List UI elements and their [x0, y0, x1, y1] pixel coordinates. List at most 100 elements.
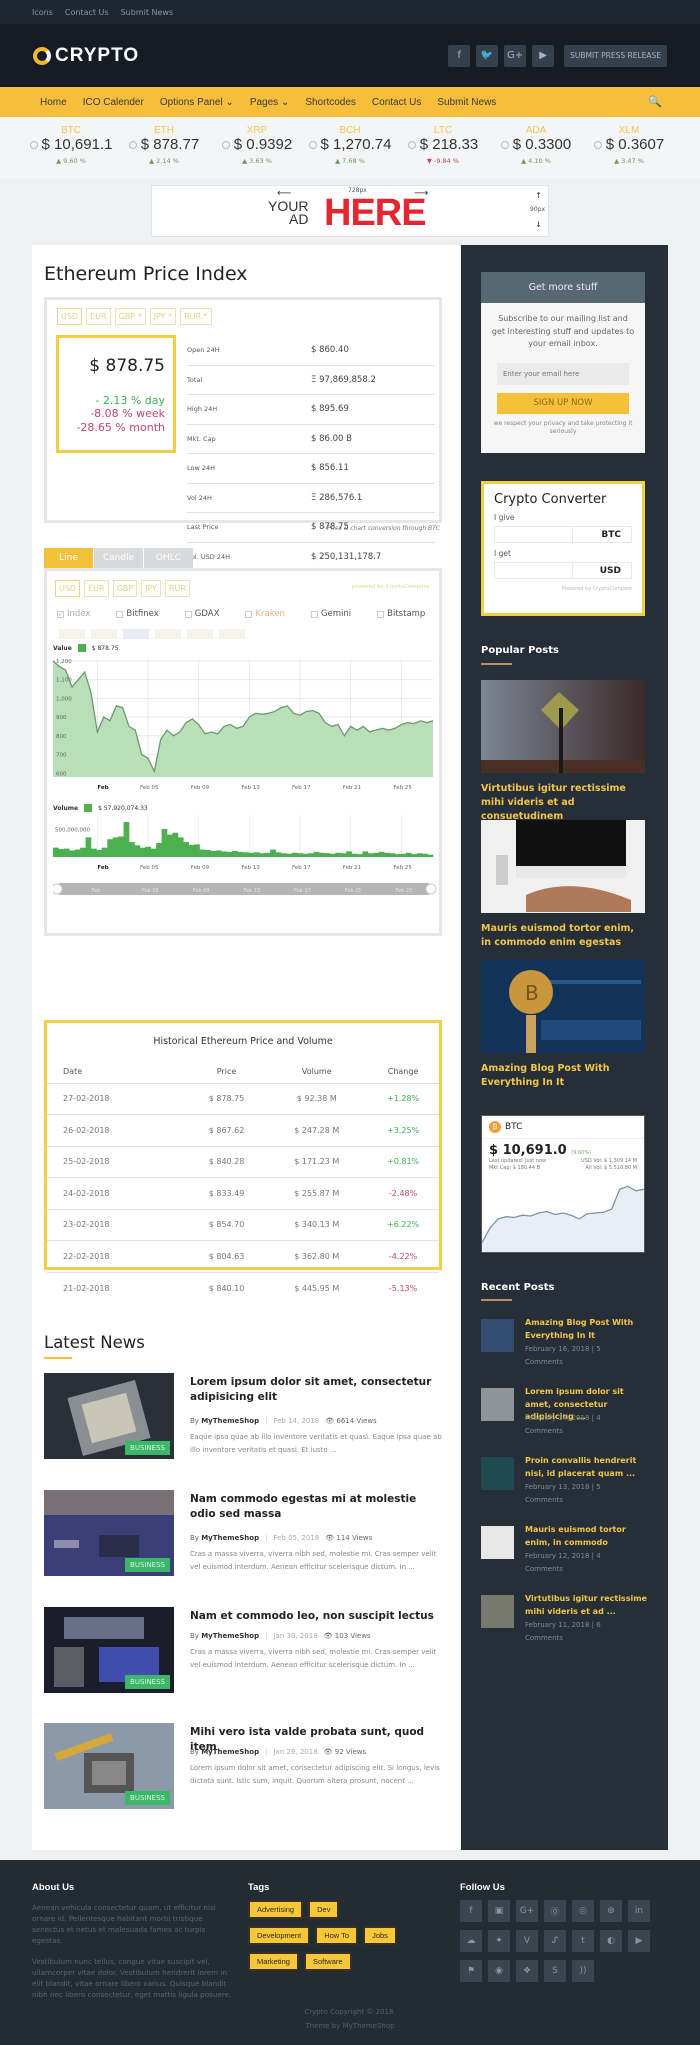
- author-link[interactable]: MyThemeShop: [201, 1632, 259, 1640]
- author-link[interactable]: MyThemeShop: [201, 1417, 259, 1425]
- checkbox[interactable]: [377, 610, 385, 618]
- range-button[interactable]: [219, 629, 245, 639]
- google-plus-icon[interactable]: G+: [504, 44, 527, 67]
- tab-candle[interactable]: Candle: [94, 548, 143, 568]
- post-thumbnail[interactable]: [481, 1388, 514, 1421]
- youtube-icon[interactable]: ▶: [532, 44, 555, 67]
- post-thumbnail[interactable]: [481, 1526, 514, 1559]
- youtube-icon[interactable]: ▶: [628, 1930, 650, 1952]
- nav-item-contact-us[interactable]: Contact Us: [372, 97, 421, 108]
- ticker-item[interactable]: ETH $ 878.77 ▲ 2.14 %: [118, 125, 211, 179]
- exchange-checkbox-kraken[interactable]: Kraken: [245, 609, 285, 619]
- ticker-item[interactable]: LTC $ 218.33 ▼ -9.84 %: [397, 125, 490, 179]
- topbar-link-icons[interactable]: Icons: [32, 8, 53, 17]
- twitter-icon[interactable]: 🐦: [476, 44, 499, 67]
- topbar-link-submit-news[interactable]: Submit News: [121, 8, 174, 17]
- range-button[interactable]: [123, 629, 149, 639]
- navigator-handle-left[interactable]: [53, 883, 63, 895]
- reddit-icon[interactable]: ◉: [488, 1960, 510, 1982]
- recent-post[interactable]: Amazing Blog Post With Everything In It F…: [481, 1317, 651, 1379]
- topbar-link-contact[interactable]: Contact Us: [65, 8, 109, 17]
- ticker-item[interactable]: ADA $ 0.3300 ▲ 4.10 %: [490, 125, 583, 179]
- range-button[interactable]: [155, 629, 181, 639]
- news-thumbnail[interactable]: BUSINESS: [44, 1607, 174, 1693]
- post-thumbnail[interactable]: B: [481, 960, 645, 1053]
- recent-post-title[interactable]: Virtutibus igitur rectissime mihi videri…: [525, 1593, 651, 1618]
- ticker-item[interactable]: XRP $ 0.9392 ▲ 3.63 %: [211, 125, 304, 179]
- pinterest-icon[interactable]: ⓪: [544, 1900, 566, 1922]
- dropbox-icon[interactable]: ❖: [516, 1960, 538, 1982]
- facebook-icon[interactable]: f: [448, 44, 471, 67]
- vine-icon[interactable]: V: [516, 1930, 538, 1952]
- category-badge[interactable]: BUSINESS: [125, 1675, 170, 1689]
- theme-credit-link[interactable]: Theme by MyThemeShop: [0, 2022, 700, 2030]
- recent-post-title[interactable]: Amazing Blog Post With Everything In It: [525, 1317, 651, 1342]
- foursquare-icon[interactable]: ⚑: [460, 1960, 482, 1982]
- currency-button-eur[interactable]: EUR: [86, 308, 111, 325]
- author-link[interactable]: MyThemeShop: [201, 1534, 259, 1542]
- popular-post[interactable]: Mauris euismod tortor enim, in commodo e…: [481, 820, 645, 950]
- popular-post[interactable]: B Amazing Blog Post With Everything In I…: [481, 960, 645, 1090]
- google-plus-icon[interactable]: G+: [516, 1900, 538, 1922]
- soundcloud-icon[interactable]: ☁: [460, 1930, 482, 1952]
- stumbleupon-icon[interactable]: ᔑ: [544, 1930, 566, 1952]
- checkbox[interactable]: [245, 610, 253, 618]
- rss-icon[interactable]: )): [572, 1960, 594, 1982]
- tag-software[interactable]: Software: [303, 1952, 352, 1971]
- powered-by-label[interactable]: powered by CryptoCompare: [352, 584, 429, 590]
- instagram-icon[interactable]: ◎: [572, 1900, 594, 1922]
- popular-post[interactable]: Virtutibus igitur rectissime mihi videri…: [481, 680, 645, 824]
- popular-post-title[interactable]: Virtutibus igitur rectissime mihi videri…: [481, 782, 645, 824]
- tab-ohlc[interactable]: OHLC: [144, 548, 193, 568]
- recent-post-title[interactable]: Proin convallis hendrerit nisi, id place…: [525, 1455, 651, 1480]
- site-logo[interactable]: CRYPTO: [33, 45, 139, 67]
- post-thumbnail[interactable]: [481, 1319, 514, 1352]
- recent-post-title[interactable]: Mauris euismod tortor enim, in commodo: [525, 1524, 651, 1549]
- range-button[interactable]: [187, 629, 213, 639]
- popular-post-title[interactable]: Mauris euismod tortor enim, in commodo e…: [481, 922, 645, 950]
- sign-up-button[interactable]: SIGN UP NOW: [497, 392, 629, 414]
- currency-button-usd[interactable]: USD: [57, 308, 83, 325]
- ticker-item[interactable]: BCH $ 1,270.74 ▲ 7.68 %: [304, 125, 397, 179]
- range-button[interactable]: [59, 629, 85, 639]
- checkbox[interactable]: [310, 610, 318, 618]
- post-thumbnail[interactable]: [481, 1595, 514, 1628]
- category-badge[interactable]: BUSINESS: [125, 1558, 170, 1572]
- nav-item-shortcodes[interactable]: Shortcodes: [305, 97, 356, 108]
- exchange-checkbox-bitstamp[interactable]: Bitstamp: [377, 609, 425, 619]
- skype-icon[interactable]: S: [544, 1960, 566, 1982]
- exchange-checkbox-index[interactable]: ✓ Index: [57, 609, 90, 619]
- recent-post[interactable]: Mauris euismod tortor enim, in commodo Fe…: [481, 1524, 651, 1586]
- email-input[interactable]: [497, 362, 629, 385]
- currency-button-eur[interactable]: EUR: [84, 580, 109, 597]
- checkbox[interactable]: ✓: [57, 610, 64, 618]
- get-currency-select[interactable]: USD: [573, 562, 632, 579]
- news-title[interactable]: Lorem ipsum dolor sit amet, consectetur …: [190, 1375, 444, 1405]
- currency-button-jpy[interactable]: JPY *: [149, 308, 177, 325]
- range-button[interactable]: [91, 629, 117, 639]
- category-badge[interactable]: BUSINESS: [125, 1791, 170, 1805]
- facebook-icon[interactable]: f: [460, 1900, 482, 1922]
- popular-post-title[interactable]: Amazing Blog Post With Everything In It: [481, 1062, 645, 1090]
- range-navigator[interactable]: Feb Feb 05 Feb 09 Feb 13 Feb 17 Feb 21 Feb 25: [53, 881, 437, 897]
- tab-line[interactable]: Line: [44, 548, 93, 568]
- currency-button-usd[interactable]: USD: [55, 580, 81, 597]
- github-icon[interactable]: ◐: [600, 1930, 622, 1952]
- ticker-item[interactable]: XLM $ 0.3607 ▲ 3.47 %: [583, 125, 676, 179]
- nav-item-ico-calender[interactable]: ICO Calender: [83, 97, 144, 108]
- news-thumbnail[interactable]: BUSINESS: [44, 1373, 174, 1459]
- dribbble-icon[interactable]: ⊛: [600, 1900, 622, 1922]
- search-icon[interactable]: 🔍: [648, 95, 662, 108]
- currency-button-rur[interactable]: RUR *: [180, 308, 212, 325]
- post-thumbnail[interactable]: [481, 680, 645, 773]
- nav-item-home[interactable]: Home: [40, 97, 67, 108]
- news-title[interactable]: Nam commodo egestas mi at molestie odio …: [190, 1492, 444, 1522]
- currency-button-gbp[interactable]: GBP: [112, 580, 138, 597]
- nav-item-pages[interactable]: Pages ⌄: [250, 97, 290, 108]
- checkbox[interactable]: [116, 610, 124, 618]
- twitter-icon[interactable]: ✦: [488, 1930, 510, 1952]
- flickr-icon[interactable]: ▣: [488, 1900, 510, 1922]
- tag-development[interactable]: Development: [248, 1926, 311, 1945]
- exchange-checkbox-gdax[interactable]: GDAX: [184, 609, 219, 619]
- checkbox[interactable]: [184, 610, 192, 618]
